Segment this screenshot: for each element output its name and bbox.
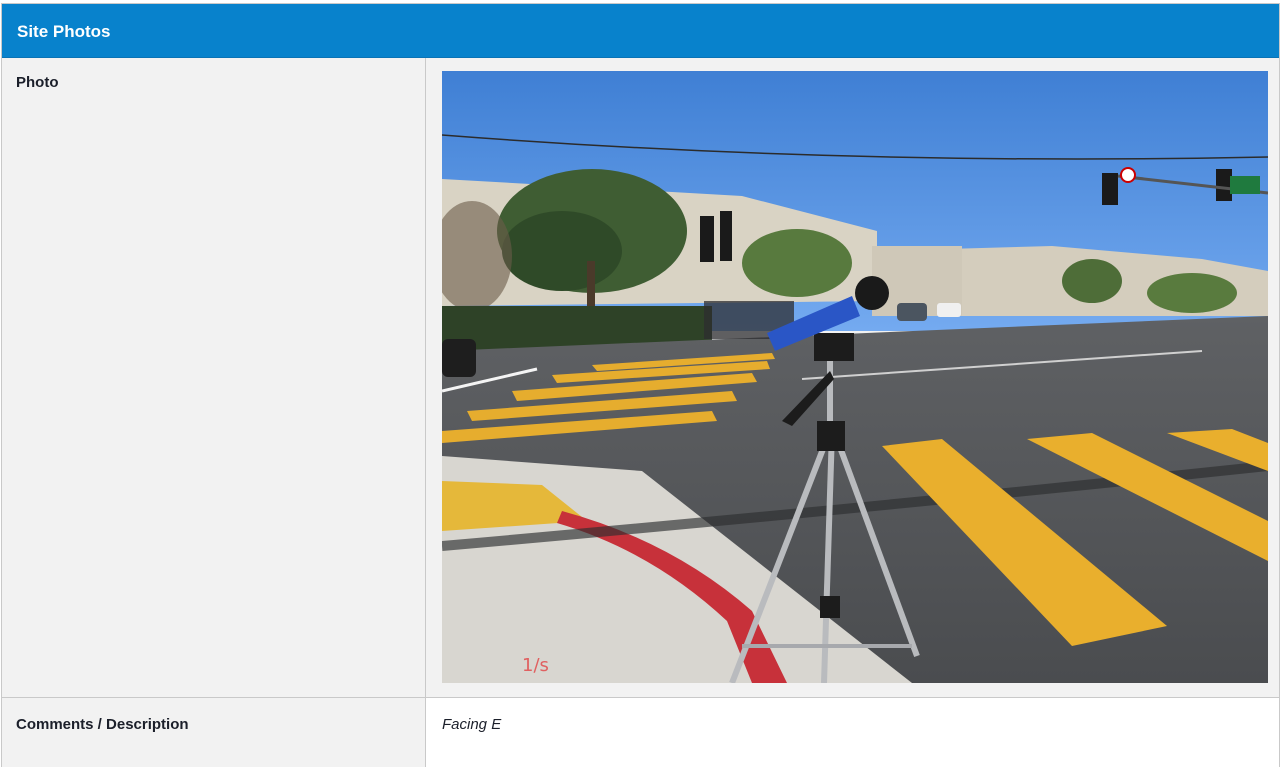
photo-label: Photo [16, 74, 59, 91]
photo-row: Photo 1/s [2, 58, 1279, 697]
comments-row: Comments / Description Facing E [2, 697, 1279, 767]
panel-title: Site Photos [17, 22, 111, 41]
site-photo[interactable]: 1/s [442, 71, 1268, 683]
comments-label: Comments / Description [16, 716, 189, 733]
comments-label-cell: Comments / Description [2, 698, 426, 767]
svg-text:1/s: 1/s [522, 655, 549, 676]
comments-value-cell: Facing E [426, 698, 1279, 767]
photo-value-cell: 1/s [426, 58, 1279, 697]
photo-label-cell: Photo [2, 58, 426, 697]
panel-header: Site Photos [2, 4, 1279, 58]
comments-value: Facing E [442, 716, 502, 733]
site-photos-panel: Site Photos Photo 1/s Comments / Descrip… [1, 3, 1280, 767]
